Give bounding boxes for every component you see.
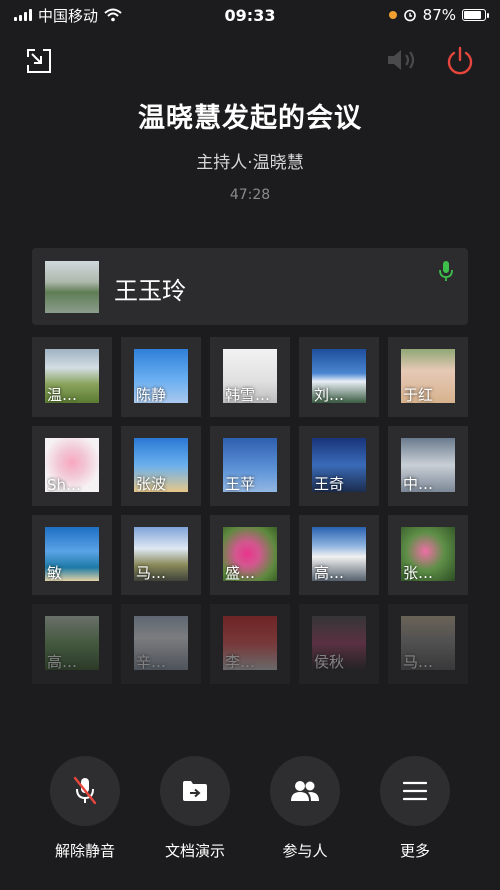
status-left: 中国移动 xyxy=(14,5,184,26)
recording-dot-icon xyxy=(388,11,397,19)
participant-name: 陈静 xyxy=(136,386,167,404)
alarm-icon xyxy=(403,9,416,22)
wifi-icon xyxy=(104,8,122,22)
participant-name: 王苹 xyxy=(225,475,256,493)
minimize-window-icon[interactable] xyxy=(26,48,52,74)
participant-grid: 温… 陈静 韩雪… 刘… 于红 Sh… 张波 王苹 王奇 中… 敏 马… 盛… … xyxy=(32,337,468,684)
carrier-label: 中国移动 xyxy=(38,6,99,25)
active-speaker-card[interactable]: 王玉玲 xyxy=(32,248,468,325)
participant-name: 盛… xyxy=(225,564,256,582)
participant-name: 刘… xyxy=(314,386,345,404)
participant-name: 韩雪… xyxy=(225,386,271,404)
participant-name: 高… xyxy=(47,653,78,671)
clock: 09:33 xyxy=(224,5,276,25)
participant-name: Sh… xyxy=(47,476,82,494)
participant-name: 马… xyxy=(136,564,167,582)
signal-icon xyxy=(14,9,32,21)
share-circle[interactable] xyxy=(160,756,230,826)
more-label: 更多 xyxy=(399,842,430,860)
participant-name: 张… xyxy=(403,564,434,582)
participant-tile[interactable]: Sh… xyxy=(32,426,112,506)
participant-tile[interactable]: 高… xyxy=(299,515,379,595)
participant-name: 张波 xyxy=(136,475,167,493)
participant-tile[interactable]: 韩雪… xyxy=(210,337,290,417)
menu-icon xyxy=(403,781,427,801)
battery-icon xyxy=(462,9,489,21)
participant-name: 敏 xyxy=(47,564,63,582)
participant-name: 于红 xyxy=(403,386,434,404)
participant-tile[interactable]: 高… xyxy=(32,604,112,684)
participant-tile[interactable]: 敏 xyxy=(32,515,112,595)
status-right: 87% xyxy=(316,6,489,24)
speaker-icon[interactable] xyxy=(385,46,419,74)
people-icon xyxy=(291,781,319,801)
power-icon[interactable] xyxy=(445,46,475,76)
unmute-label: 解除静音 xyxy=(54,842,115,860)
participants-button[interactable]: 参与人 xyxy=(257,756,353,861)
participant-tile[interactable]: 陈静 xyxy=(121,337,201,417)
folder-share-icon xyxy=(183,781,207,801)
participant-tile[interactable]: 侯秋 xyxy=(299,604,379,684)
participants-label: 参与人 xyxy=(282,842,328,860)
participant-name: 王奇 xyxy=(314,475,345,493)
participant-tile[interactable]: 王奇 xyxy=(299,426,379,506)
participant-tile[interactable]: 刘… xyxy=(299,337,379,417)
participants-circle[interactable] xyxy=(270,756,340,826)
mic-active-icon xyxy=(439,261,453,281)
participant-name: 马… xyxy=(403,653,434,671)
participant-tile[interactable]: 中… xyxy=(388,426,468,506)
participant-tile[interactable]: 温… xyxy=(32,337,112,417)
participant-name: 高… xyxy=(314,564,345,582)
participant-tile[interactable]: 张波 xyxy=(121,426,201,506)
participant-tile[interactable]: 辛… xyxy=(121,604,201,684)
more-circle[interactable] xyxy=(380,756,450,826)
unmute-circle[interactable] xyxy=(50,756,120,826)
unmute-button[interactable]: 解除静音 xyxy=(37,756,133,861)
participant-tile[interactable]: 盛… xyxy=(210,515,290,595)
share-label: 文档演示 xyxy=(164,842,225,860)
participant-name: 辛… xyxy=(136,653,167,671)
meeting-host: 主持人·温晓慧 xyxy=(196,153,304,173)
meeting-toolbar: 解除静音 文档演示 参与人 更多 xyxy=(0,756,500,861)
meeting-timer: 47:28 xyxy=(229,187,271,203)
participant-name: 温… xyxy=(47,386,78,404)
participant-tile[interactable]: 马… xyxy=(121,515,201,595)
speaker-avatar xyxy=(45,261,99,313)
mic-muted-icon xyxy=(73,776,97,805)
battery-percent: 87% xyxy=(422,6,456,24)
speaker-name: 王玉玲 xyxy=(114,277,186,305)
status-bar: 中国移动 09:33 87% xyxy=(0,0,500,30)
participant-tile[interactable]: 王苹 xyxy=(210,426,290,506)
participant-name: 中… xyxy=(403,475,434,493)
participant-tile[interactable]: 李… xyxy=(210,604,290,684)
participant-name: 李… xyxy=(225,653,256,671)
meeting-title: 温晓慧发起的会议 xyxy=(138,103,362,134)
participant-tile[interactable]: 马… xyxy=(388,604,468,684)
participant-tile[interactable]: 张… xyxy=(388,515,468,595)
participant-tile[interactable]: 于红 xyxy=(388,337,468,417)
participant-name: 侯秋 xyxy=(314,653,345,671)
share-document-button[interactable]: 文档演示 xyxy=(147,756,243,861)
more-button[interactable]: 更多 xyxy=(367,756,463,861)
